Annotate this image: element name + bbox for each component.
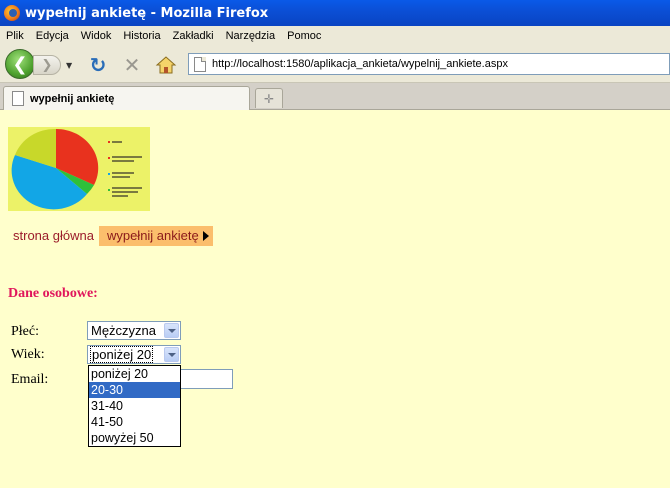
firefox-logo-icon <box>4 5 20 21</box>
new-tab-icon: ✛ <box>263 91 275 106</box>
menu-item-pomoc[interactable]: Pomoc <box>281 30 327 42</box>
chevron-down-icon[interactable] <box>164 323 179 338</box>
age-select-value: poniżej 20 <box>89 346 154 363</box>
age-dropdown-list: poniżej 20 20-30 31-40 41-50 powyżej 50 <box>88 365 181 447</box>
nav-link-home[interactable]: strona główna <box>8 226 99 246</box>
home-button[interactable] <box>155 55 177 75</box>
menu-item-narzedzia[interactable]: Narzędzia <box>220 30 282 42</box>
tab-bar: wypełnij ankietę ✛ <box>0 83 670 110</box>
menu-item-edycja[interactable]: Edycja <box>30 30 75 42</box>
page-icon <box>194 56 206 72</box>
header-chart-image <box>8 127 150 211</box>
url-text: http://localhost:1580/aplikacja_ankieta/… <box>212 58 508 70</box>
gender-label: Płeć: <box>11 324 39 339</box>
chevron-down-icon[interactable] <box>164 347 179 362</box>
age-select[interactable]: poniżej 20 <box>87 345 181 364</box>
window-titlebar: wypełnij ankietę - Mozilla Firefox <box>0 0 670 26</box>
age-option[interactable]: 41-50 <box>89 414 180 430</box>
email-field[interactable] <box>180 369 233 389</box>
gender-select[interactable]: Mężczyzna <box>87 321 181 340</box>
menu-item-widok[interactable]: Widok <box>75 30 118 42</box>
menu-bar: Plik Edycja Widok Historia Zakładki Narz… <box>0 26 670 45</box>
gender-select-value: Mężczyzna <box>91 323 157 338</box>
age-option[interactable]: poniżej 20 <box>89 366 180 382</box>
age-option[interactable]: 20-30 <box>89 382 180 398</box>
pie-chart-graphic <box>8 127 150 211</box>
forward-button[interactable]: ❯ <box>33 55 61 75</box>
address-bar[interactable]: http://localhost:1580/aplikacja_ankieta/… <box>188 53 670 75</box>
tab-wypelnij-ankiete[interactable]: wypełnij ankietę <box>3 86 250 110</box>
menu-item-plik[interactable]: Plik <box>0 30 30 42</box>
age-label: Wiek: <box>11 347 45 362</box>
submenu-arrow-icon <box>202 231 209 241</box>
home-icon <box>155 56 177 74</box>
email-label: Email: <box>11 372 49 387</box>
navigation-toolbar: ❮ ❯ ▼ ↻ ✕ http://localhost:1580/aplikacj… <box>0 45 670 83</box>
age-option[interactable]: 31-40 <box>89 398 180 414</box>
age-option[interactable]: powyżej 50 <box>89 430 180 446</box>
page-content: strona główna wypełnij ankietę Dane osob… <box>0 111 670 488</box>
window-title: wypełnij ankietę - Mozilla Firefox <box>25 5 269 21</box>
menu-item-historia[interactable]: Historia <box>117 30 166 42</box>
tab-label: wypełnij ankietę <box>30 92 115 105</box>
reload-icon: ↻ <box>89 53 107 77</box>
section-title: Dane osobowe: <box>8 286 98 301</box>
chevron-down-icon: ▼ <box>66 60 73 70</box>
stop-icon: ✕ <box>123 53 141 77</box>
stop-button[interactable]: ✕ <box>122 55 142 75</box>
nav-link-survey[interactable]: wypełnij ankietę <box>98 226 213 246</box>
new-tab-button[interactable]: ✛ <box>255 88 283 108</box>
forward-arrow-icon: ❯ <box>41 57 53 73</box>
back-button[interactable]: ❮ <box>5 49 35 79</box>
site-navigation: strona główna wypełnij ankietę <box>8 226 213 246</box>
back-arrow-icon: ❮ <box>12 53 28 75</box>
reload-button[interactable]: ↻ <box>88 55 108 75</box>
nav-link-survey-label: wypełnij ankietę <box>106 228 199 243</box>
menu-item-zakladki[interactable]: Zakładki <box>167 30 220 42</box>
history-dropdown-button[interactable]: ▼ <box>66 57 76 73</box>
page-icon <box>12 91 24 106</box>
